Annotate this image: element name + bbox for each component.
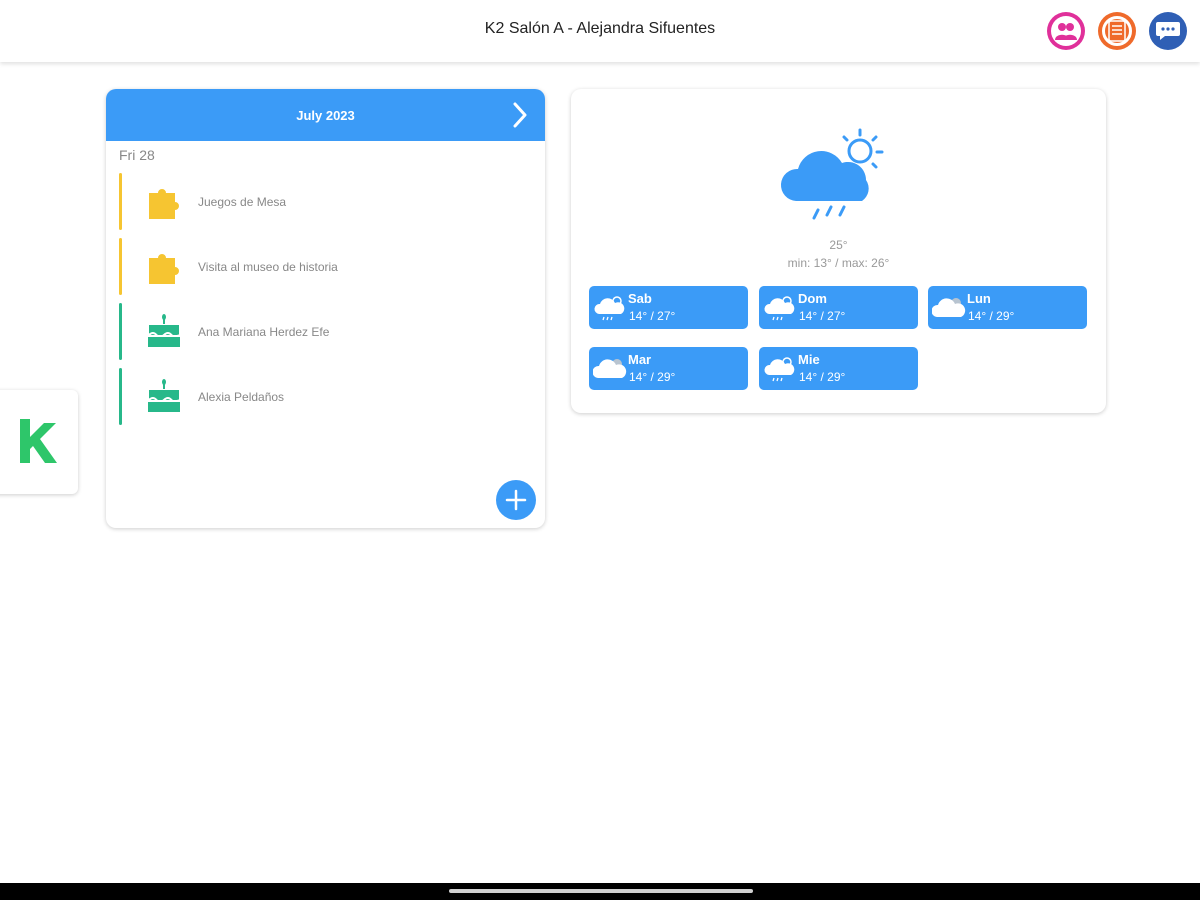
document-icon xyxy=(1102,16,1132,46)
event-item[interactable]: Alexia Peldaños xyxy=(119,368,529,425)
add-event-button[interactable] xyxy=(496,480,536,520)
system-nav-bar xyxy=(0,883,1200,900)
page-title: K2 Salón A - Alejandra Sifuentes xyxy=(484,20,716,37)
forecast-day-name: Sab xyxy=(628,291,652,306)
sun-cloud-rain-icon xyxy=(776,113,896,223)
birthday-cake-icon xyxy=(144,377,184,417)
forecast-day[interactable]: Mie 14° / 29° xyxy=(759,347,918,390)
temperature-range: min: 13° / max: 26° xyxy=(787,256,890,270)
side-app-tab[interactable] xyxy=(0,390,78,494)
sun-cloud-rain-icon xyxy=(763,353,797,383)
event-name: Juegos de Mesa xyxy=(198,194,287,209)
calendar-card: July 2023 Fri 28 Juegos de Mesa Visita a… xyxy=(106,89,545,528)
k-logo-icon xyxy=(14,415,58,470)
home-gesture-bar[interactable] xyxy=(449,889,753,893)
document-button[interactable] xyxy=(1098,12,1136,50)
forecast-day-name: Dom xyxy=(798,291,827,306)
event-name: Ana Mariana Herdez Efe xyxy=(198,324,330,339)
forecast-day-name: Lun xyxy=(967,291,991,306)
forecast-temp: 14° / 29° xyxy=(629,370,676,384)
chevron-right-icon xyxy=(513,102,527,128)
forecast-day-name: Mie xyxy=(798,352,820,367)
puzzle-icon xyxy=(144,247,184,287)
forecast-day[interactable]: Mar 14° / 29° xyxy=(589,347,748,390)
forecast-temp: 14° / 27° xyxy=(629,309,676,323)
cloudy-icon xyxy=(592,353,627,383)
forecast-temp: 14° / 29° xyxy=(799,370,846,384)
month-label: July 2023 xyxy=(296,107,355,123)
forecast-temp: 14° / 27° xyxy=(799,309,846,323)
forecast-day-name: Mar xyxy=(628,352,652,367)
plus-icon xyxy=(505,489,527,511)
birthday-cake-icon xyxy=(144,312,184,352)
sun-cloud-rain-icon xyxy=(763,292,797,322)
people-icon xyxy=(1051,16,1081,46)
weather-card: 25° min: 13° / max: 26° Sab 14° / 27° Do… xyxy=(571,89,1106,413)
day-label: Fri 28 xyxy=(119,147,155,163)
event-item[interactable]: Juegos de Mesa xyxy=(119,173,529,230)
chat-icon xyxy=(1153,16,1183,46)
event-item[interactable]: Visita al museo de historia xyxy=(119,238,529,295)
forecast-day[interactable]: Lun 14° / 29° xyxy=(928,286,1087,329)
sun-cloud-rain-icon xyxy=(593,292,627,322)
forecast-day[interactable]: Sab 14° / 27° xyxy=(589,286,748,329)
current-temperature: 25° xyxy=(829,238,848,252)
event-item[interactable]: Ana Mariana Herdez Efe xyxy=(119,303,529,360)
event-name: Visita al museo de historia xyxy=(198,259,338,274)
cloudy-icon xyxy=(931,292,966,322)
next-month-button[interactable] xyxy=(507,101,533,129)
people-button[interactable] xyxy=(1047,12,1085,50)
forecast-temp: 14° / 29° xyxy=(968,309,1015,323)
event-name: Alexia Peldaños xyxy=(198,389,285,404)
forecast-day[interactable]: Dom 14° / 27° xyxy=(759,286,918,329)
chat-button[interactable] xyxy=(1149,12,1187,50)
top-bar: K2 Salón A - Alejandra Sifuentes xyxy=(0,0,1200,62)
calendar-header: July 2023 xyxy=(106,89,545,141)
puzzle-icon xyxy=(144,182,184,222)
